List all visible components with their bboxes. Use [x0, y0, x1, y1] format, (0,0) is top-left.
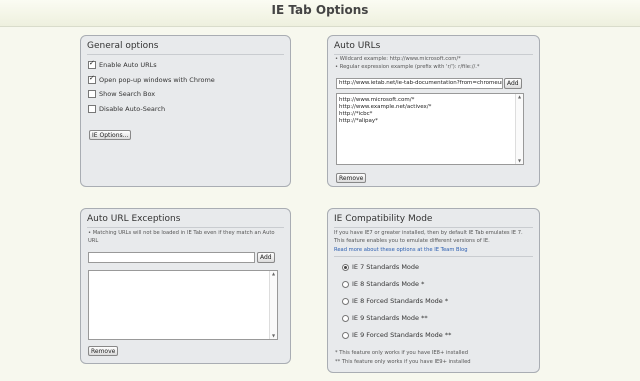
auto-urls-title: Auto URLs: [334, 41, 381, 51]
enable-auto-urls-option[interactable]: Enable Auto URLs: [88, 59, 157, 69]
header-bar: IE Tab Options: [0, 0, 640, 27]
list-scrollbar[interactable]: ▲ ▼: [515, 94, 523, 164]
popup-windows-checkbox[interactable]: [88, 74, 96, 84]
option-label: Show Search Box: [99, 90, 156, 98]
radio-label: IE 8 Forced Standards Mode *: [352, 297, 449, 305]
list-scrollbar[interactable]: ▲ ▼: [269, 271, 277, 339]
general-options-title: General options: [87, 41, 159, 51]
scroll-down-icon[interactable]: ▼: [516, 158, 523, 164]
auto-url-exceptions-panel: Auto URL Exceptions • Matching URLs will…: [80, 208, 291, 364]
radio-label: IE 7 Standards Mode: [352, 263, 420, 271]
exception-url-input[interactable]: [88, 252, 255, 263]
popup-windows-option[interactable]: Open pop-up windows with Chrome: [88, 74, 215, 84]
ie9-forced-radio[interactable]: [342, 331, 349, 339]
exceptions-hint: • Matching URLs will not be loaded in IE…: [88, 230, 275, 244]
show-search-box-option[interactable]: Show Search Box: [88, 90, 155, 98]
ie8-standards-radio[interactable]: [342, 280, 349, 288]
ie7-standards-radio[interactable]: [342, 263, 349, 271]
disable-auto-search-option[interactable]: Disable Auto-Search: [88, 105, 165, 113]
compat-title: IE Compatibility Mode: [334, 214, 433, 224]
page-title: IE Tab Options: [271, 3, 369, 17]
ie9-footnote: ** This feature only works if you have I…: [335, 359, 471, 365]
wildcard-hint: • Wildcard example: http://www.microsoft…: [335, 56, 461, 62]
divider: [87, 54, 284, 55]
ie-options-button[interactable]: IE Options...: [89, 130, 132, 140]
radio-label: IE 8 Standards Mode *: [352, 280, 425, 288]
show-search-box-checkbox[interactable]: [88, 90, 96, 98]
disable-auto-search-checkbox[interactable]: [88, 105, 96, 113]
radio-label: IE 9 Standards Mode **: [352, 314, 428, 322]
ie8-forced-radio[interactable]: [342, 297, 349, 305]
scroll-down-icon[interactable]: ▼: [270, 333, 277, 339]
compat-description: If you have IE7 or greater installed, th…: [334, 230, 523, 244]
list-item[interactable]: http://www.microsoft.com/*: [337, 97, 523, 104]
exceptions-title: Auto URL Exceptions: [87, 214, 181, 224]
add-auto-url-button[interactable]: Add: [504, 78, 522, 89]
ie7-standards-option[interactable]: IE 7 Standards Mode: [342, 263, 419, 271]
ie-compat-panel: IE Compatibility Mode If you have IE7 or…: [327, 208, 540, 373]
ie9-standards-radio[interactable]: [342, 314, 349, 322]
ie9-standards-option[interactable]: IE 9 Standards Mode **: [342, 314, 428, 322]
ie9-forced-option[interactable]: IE 9 Forced Standards Mode **: [342, 331, 451, 339]
option-label: Open pop-up windows with Chrome: [99, 76, 215, 84]
auto-urls-panel: Auto URLs • Wildcard example: http://www…: [327, 35, 540, 187]
list-item[interactable]: http://www.example.net/activex/*: [337, 104, 523, 111]
scroll-up-icon[interactable]: ▲: [516, 94, 523, 100]
option-label: Disable Auto-Search: [99, 105, 166, 113]
scroll-up-icon[interactable]: ▲: [270, 271, 277, 277]
remove-exception-button[interactable]: Remove: [88, 346, 119, 356]
enable-auto-urls-checkbox[interactable]: [88, 59, 96, 69]
divider: [87, 227, 284, 228]
exception-url-list[interactable]: ▲ ▼: [88, 270, 278, 340]
ie-team-blog-link[interactable]: Read more about these options at the IE …: [334, 247, 468, 253]
list-item[interactable]: http://*icbc*: [337, 111, 523, 118]
general-options-panel: General options Enable Auto URLs Open po…: [80, 35, 291, 187]
add-exception-button[interactable]: Add: [257, 252, 275, 263]
auto-url-input[interactable]: http://www.ietab.net/ie-tab-documentatio…: [336, 78, 503, 89]
option-label: Enable Auto URLs: [99, 61, 157, 69]
ie8-standards-option[interactable]: IE 8 Standards Mode *: [342, 280, 424, 288]
regex-hint: • Regular expression example (prefix wit…: [335, 64, 480, 70]
remove-auto-url-button[interactable]: Remove: [336, 173, 367, 183]
divider: [334, 256, 533, 257]
radio-label: IE 9 Forced Standards Mode **: [352, 331, 452, 339]
divider: [334, 227, 533, 228]
auto-url-list[interactable]: http://www.microsoft.com/* http://www.ex…: [336, 93, 524, 165]
ie8-footnote: * This feature only works if you have IE…: [335, 350, 468, 356]
list-item[interactable]: http://*alipay*: [337, 118, 523, 125]
ie8-forced-option[interactable]: IE 8 Forced Standards Mode *: [342, 297, 448, 305]
